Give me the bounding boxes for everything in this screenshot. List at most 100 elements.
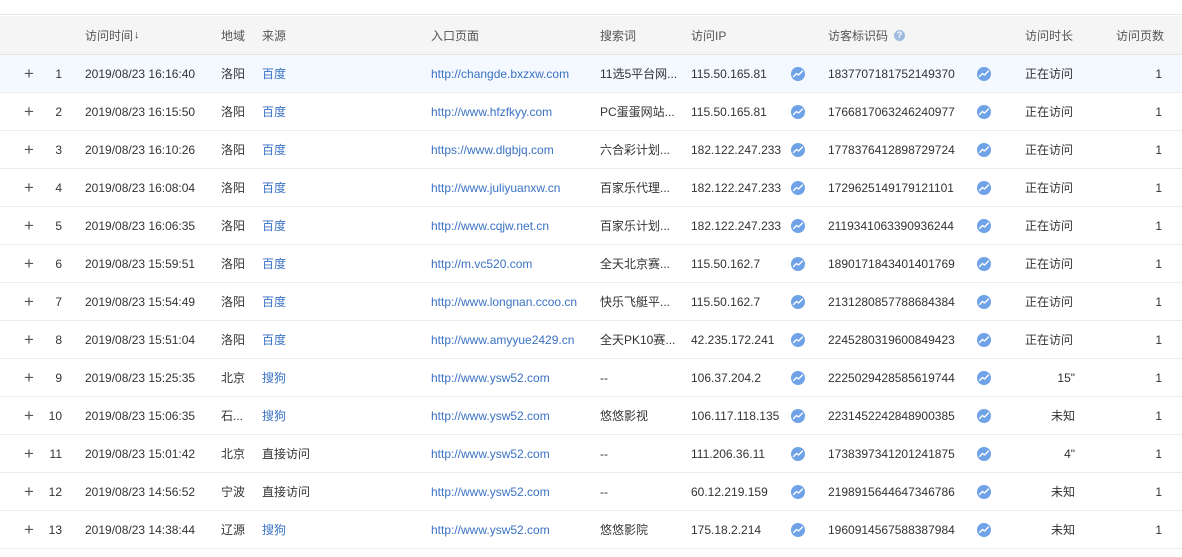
visitor-trend-button[interactable] <box>976 245 992 282</box>
trend-chart-icon[interactable] <box>791 370 805 385</box>
trend-chart-icon[interactable] <box>977 484 991 499</box>
header-visit-time[interactable]: 访问时间 ↓ <box>85 16 215 54</box>
ip-trend-button[interactable] <box>790 359 806 396</box>
expand-row-plus-icon[interactable]: + <box>22 207 36 244</box>
expand-row-plus-icon[interactable]: + <box>22 321 36 358</box>
trend-chart-icon[interactable] <box>791 484 805 499</box>
ip-trend-button[interactable] <box>790 55 806 92</box>
trend-chart-icon[interactable] <box>977 522 991 537</box>
trend-chart-icon[interactable] <box>791 104 805 119</box>
ip-trend-button[interactable] <box>790 473 806 510</box>
trend-chart-icon[interactable] <box>977 408 991 423</box>
visit-source[interactable]: 百度 <box>262 283 330 320</box>
visitor-trend-button[interactable] <box>976 473 992 510</box>
expand-row-plus-icon[interactable]: + <box>22 93 36 130</box>
visit-source[interactable]: 百度 <box>262 207 330 244</box>
expand-row-plus-icon[interactable]: + <box>22 397 36 434</box>
visitor-trend-button[interactable] <box>976 321 992 358</box>
visit-ip: 60.12.219.159 <box>691 484 768 499</box>
expand-row-plus-icon[interactable]: + <box>22 283 36 320</box>
entry-page-link[interactable]: http://www.ysw52.com <box>431 473 593 510</box>
trend-chart-icon[interactable] <box>977 218 991 233</box>
trend-chart-icon[interactable] <box>791 66 805 81</box>
help-question-icon[interactable]: ? <box>894 29 906 41</box>
ip-trend-button[interactable] <box>790 131 806 168</box>
entry-page-link[interactable]: http://www.amyyue2429.cn <box>431 321 593 358</box>
row-number: 5 <box>55 218 62 233</box>
row-number: 8 <box>55 332 62 347</box>
visit-source[interactable]: 搜狗 <box>262 397 330 434</box>
ip-trend-button[interactable] <box>790 283 806 320</box>
ip-trend-button[interactable] <box>790 321 806 358</box>
visit-source[interactable]: 百度 <box>262 321 330 358</box>
trend-chart-icon[interactable] <box>977 256 991 271</box>
entry-page-link[interactable]: https://www.dlgbjq.com <box>431 131 593 168</box>
visitor-trend-button[interactable] <box>976 169 992 206</box>
table-row: +1 2019/08/23 16:16:40 洛阳 百度 http://changde.… <box>0 55 1182 93</box>
expand-row-plus-icon[interactable]: + <box>22 169 36 206</box>
visit-source[interactable]: 百度 <box>262 93 330 130</box>
entry-page-link[interactable]: http://changde.bxzxw.com <box>431 55 593 92</box>
trend-chart-icon[interactable] <box>977 332 991 347</box>
sort-down-arrow-icon[interactable]: ↓ <box>134 29 140 41</box>
entry-page-link[interactable]: http://www.ysw52.com <box>431 511 593 548</box>
visitor-trend-button[interactable] <box>976 435 992 472</box>
trend-chart-icon[interactable] <box>977 370 991 385</box>
ip-trend-button[interactable] <box>790 397 806 434</box>
trend-chart-icon[interactable] <box>977 180 991 195</box>
row-number: 11 <box>49 446 62 461</box>
visitor-trend-button[interactable] <box>976 511 992 548</box>
visitor-trend-button[interactable] <box>976 359 992 396</box>
ip-trend-button[interactable] <box>790 93 806 130</box>
visitor-trend-button[interactable] <box>976 131 992 168</box>
visitor-trend-button[interactable] <box>976 93 992 130</box>
entry-page-link[interactable]: http://www.ysw52.com <box>431 397 593 434</box>
table-row: +10 2019/08/23 15:06:35 石... 搜狗 http://www.y… <box>0 397 1182 435</box>
expand-row-plus-icon[interactable]: + <box>22 245 36 282</box>
ip-trend-button[interactable] <box>790 207 806 244</box>
entry-page-link[interactable]: http://www.cqjw.net.cn <box>431 207 593 244</box>
trend-chart-icon[interactable] <box>791 294 805 309</box>
entry-page-link[interactable]: http://m.vc520.com <box>431 245 593 282</box>
expand-row-plus-icon[interactable]: + <box>22 473 36 510</box>
visitor-trend-button[interactable] <box>976 283 992 320</box>
entry-page-link[interactable]: http://www.longnan.ccoo.cn <box>431 283 593 320</box>
visit-source[interactable]: 百度 <box>262 169 330 206</box>
trend-chart-icon[interactable] <box>791 408 805 423</box>
visit-source[interactable]: 百度 <box>262 55 330 92</box>
trend-chart-icon[interactable] <box>791 332 805 347</box>
visit-source: 直接访问 <box>262 447 311 461</box>
expand-row-plus-icon[interactable]: + <box>22 435 36 472</box>
visit-source[interactable]: 百度 <box>262 245 330 282</box>
trend-chart-icon[interactable] <box>791 142 805 157</box>
trend-chart-icon[interactable] <box>791 218 805 233</box>
expand-row-plus-icon[interactable]: + <box>22 55 36 92</box>
ip-trend-button[interactable] <box>790 245 806 282</box>
visit-source[interactable]: 搜狗 <box>262 511 330 548</box>
ip-trend-button[interactable] <box>790 511 806 548</box>
visit-time: 2019/08/23 14:38:44 <box>85 522 196 537</box>
visit-source[interactable]: 百度 <box>262 131 330 168</box>
trend-chart-icon[interactable] <box>977 142 991 157</box>
visitor-trend-button[interactable] <box>976 207 992 244</box>
visit-source[interactable]: 搜狗 <box>262 359 330 396</box>
trend-chart-icon[interactable] <box>977 446 991 461</box>
entry-page-link[interactable]: http://www.juliyuanxw.cn <box>431 169 593 206</box>
entry-page-link[interactable]: http://www.hfzfkyy.com <box>431 93 593 130</box>
trend-chart-icon[interactable] <box>977 104 991 119</box>
visitor-trend-button[interactable] <box>976 397 992 434</box>
ip-trend-button[interactable] <box>790 435 806 472</box>
entry-page-link[interactable]: http://www.ysw52.com <box>431 359 593 396</box>
trend-chart-icon[interactable] <box>791 522 805 537</box>
visitor-trend-button[interactable] <box>976 55 992 92</box>
trend-chart-icon[interactable] <box>791 180 805 195</box>
trend-chart-icon[interactable] <box>791 446 805 461</box>
entry-page-link[interactable]: http://www.ysw52.com <box>431 435 593 472</box>
trend-chart-icon[interactable] <box>791 256 805 271</box>
expand-row-plus-icon[interactable]: + <box>22 359 36 396</box>
trend-chart-icon[interactable] <box>977 294 991 309</box>
expand-row-plus-icon[interactable]: + <box>22 131 36 168</box>
expand-row-plus-icon[interactable]: + <box>22 511 36 548</box>
trend-chart-icon[interactable] <box>977 66 991 81</box>
ip-trend-button[interactable] <box>790 169 806 206</box>
